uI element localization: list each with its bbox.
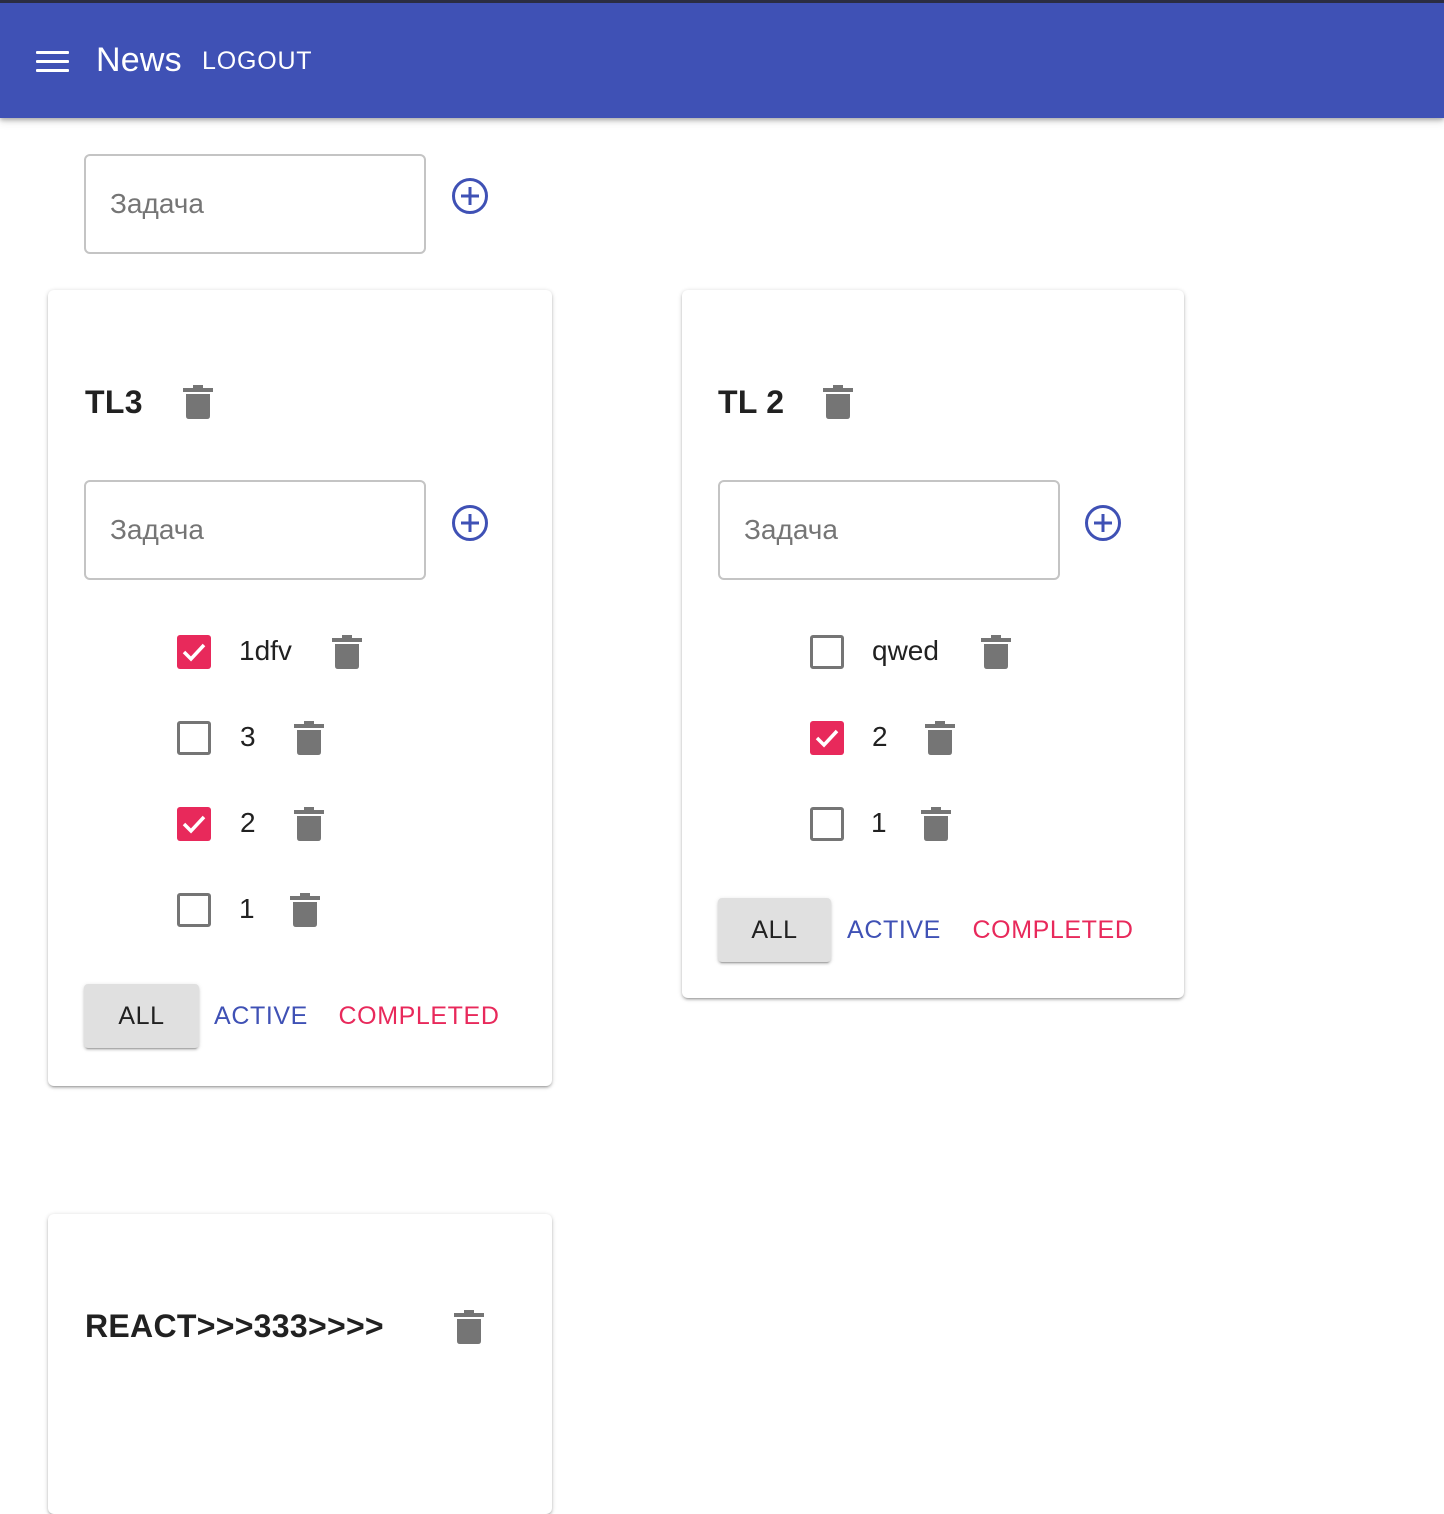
add-todolist-icon[interactable] (450, 176, 490, 216)
filter-active-button[interactable]: ACTIVE (210, 984, 312, 1048)
filter-all-button[interactable]: ALL (84, 984, 199, 1048)
task-item: 1 (177, 880, 437, 940)
delete-todolist-icon[interactable] (454, 1310, 484, 1344)
menu-icon[interactable] (36, 51, 70, 75)
task-checkbox[interactable] (810, 807, 844, 841)
add-task-icon[interactable] (450, 503, 490, 543)
task-label[interactable]: 2 (872, 721, 888, 753)
task-item: 2 (177, 794, 437, 854)
filter-completed-button[interactable]: COMPLETED (328, 984, 510, 1048)
logout-button[interactable]: LOGOUT (202, 47, 312, 76)
task-item: 2 (810, 708, 1070, 768)
task-label[interactable]: 3 (240, 721, 256, 753)
todolist-title[interactable]: TL 2 (718, 384, 784, 421)
task-checkbox[interactable] (177, 893, 211, 927)
task-label[interactable]: qwed (872, 635, 939, 667)
task-field[interactable] (718, 480, 1060, 580)
todolist-card: REACT>>>333>>>> (48, 1214, 552, 1514)
todolist-title[interactable]: REACT>>>333>>>> (85, 1308, 384, 1345)
new-todolist-input[interactable] (86, 156, 424, 252)
task-checkbox[interactable] (177, 807, 211, 841)
task-item: 3 (177, 708, 437, 768)
delete-todolist-icon[interactable] (183, 385, 213, 419)
check-icon (815, 729, 839, 748)
task-field[interactable] (84, 480, 426, 580)
delete-task-icon[interactable] (981, 635, 1011, 669)
delete-task-icon[interactable] (294, 721, 324, 755)
filter-all-button[interactable]: ALL (718, 898, 831, 962)
task-input[interactable] (86, 482, 424, 578)
app-title: News (96, 41, 182, 79)
add-task-icon[interactable] (1083, 503, 1123, 543)
task-checkbox[interactable] (810, 721, 844, 755)
task-label[interactable]: 1dfv (239, 635, 292, 667)
delete-task-icon[interactable] (925, 721, 955, 755)
task-item: qwed (810, 622, 1070, 682)
filter-active-button[interactable]: ACTIVE (842, 898, 946, 962)
task-item: 1dfv (177, 622, 437, 682)
task-checkbox[interactable] (810, 635, 844, 669)
new-todolist-field[interactable] (84, 154, 426, 254)
todolist-card: TL 2 qwed 2 1 (682, 290, 1184, 998)
task-item: 1 (810, 794, 1070, 854)
delete-todolist-icon[interactable] (823, 385, 853, 419)
todolist-title[interactable]: TL3 (85, 384, 143, 421)
app-bar: News LOGOUT (0, 0, 1444, 118)
delete-task-icon[interactable] (294, 807, 324, 841)
todolist-card: TL3 1dfv 3 2 (48, 290, 552, 1086)
task-label[interactable]: 1 (871, 807, 887, 839)
delete-task-icon[interactable] (332, 635, 362, 669)
delete-task-icon[interactable] (290, 893, 320, 927)
delete-task-icon[interactable] (921, 807, 951, 841)
task-checkbox[interactable] (177, 721, 211, 755)
task-label[interactable]: 1 (239, 893, 255, 925)
check-icon (182, 815, 206, 834)
task-input[interactable] (720, 482, 1058, 578)
task-label[interactable]: 2 (240, 807, 256, 839)
check-icon (182, 643, 206, 662)
filter-completed-button[interactable]: COMPLETED (962, 898, 1144, 962)
task-checkbox[interactable] (177, 635, 211, 669)
